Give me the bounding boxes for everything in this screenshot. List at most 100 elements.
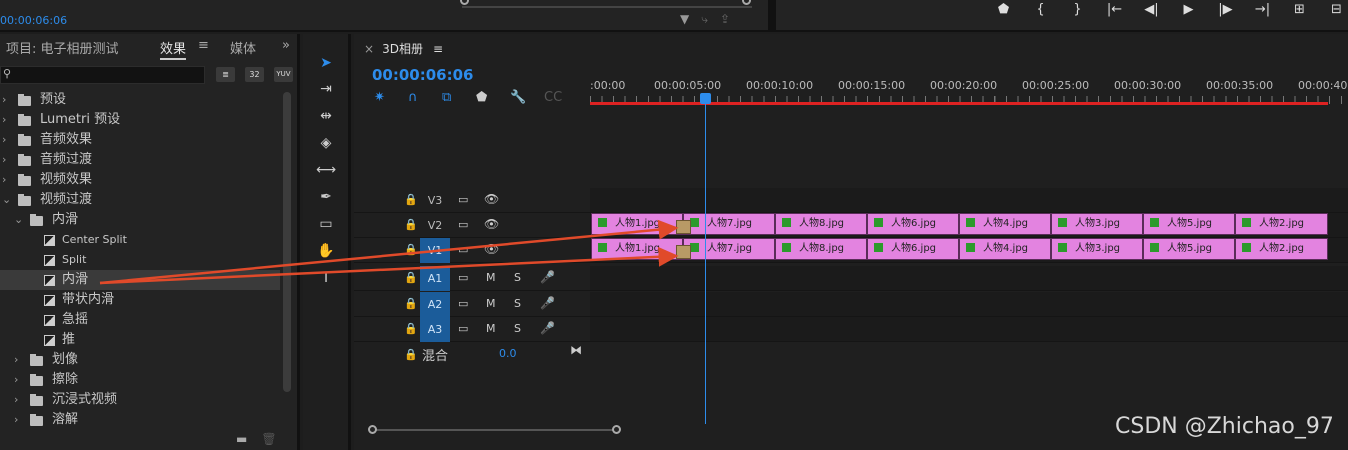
clip[interactable]: 人物7.jpg xyxy=(683,238,775,260)
zoom-knob-left[interactable] xyxy=(368,425,377,434)
delete-icon[interactable]: 🗑 xyxy=(261,432,276,446)
add-marker-icon[interactable]: ⬟ xyxy=(476,90,510,105)
mark-in-icon[interactable]: { xyxy=(1022,2,1059,17)
sync-lock-icon[interactable]: ▭ xyxy=(458,322,468,335)
hand-icon[interactable]: ✋ xyxy=(315,240,337,262)
sync-lock-icon[interactable]: ▭ xyxy=(458,271,468,284)
accelerated-effects-icon[interactable]: ≣ xyxy=(216,67,235,82)
marker-icon[interactable]: ⬟ xyxy=(985,2,1022,17)
track-select-icon[interactable]: ⇥ xyxy=(315,78,337,100)
microphone-icon[interactable]: 🎤 xyxy=(540,270,555,284)
tree-item[interactable]: › Lumetri 预设 xyxy=(0,110,280,130)
clip[interactable]: 人物7.jpg xyxy=(683,213,775,235)
track-target[interactable]: A3 xyxy=(420,317,450,342)
sequence-tab[interactable]: × 3D相册 ≡ xyxy=(364,40,443,57)
clip[interactable]: 人物5.jpg xyxy=(1143,213,1235,235)
clip[interactable]: 人物6.jpg xyxy=(867,238,959,260)
track-target[interactable]: V2 xyxy=(420,213,450,238)
track-target[interactable]: A1 xyxy=(420,266,450,291)
tree-item[interactable]: Split xyxy=(0,250,280,270)
source-timecode[interactable]: 00:00:06:06 xyxy=(0,14,67,27)
solo-button[interactable]: S xyxy=(514,297,521,310)
chevron-right-icon[interactable]: › xyxy=(14,370,18,390)
tree-item[interactable]: 急摇 xyxy=(0,310,280,330)
yuv-effects-button[interactable]: YUV xyxy=(274,67,293,82)
tree-item[interactable]: 内滑 xyxy=(0,270,280,290)
chevron-right-icon[interactable]: › xyxy=(2,110,6,130)
settings-wrench-icon[interactable]: 🔧 xyxy=(510,90,544,105)
tree-item[interactable]: › 音频过渡 xyxy=(0,150,280,170)
panel-menu-icon[interactable]: ≡ xyxy=(198,38,209,53)
tab-effects[interactable]: 效果 xyxy=(160,38,187,60)
chevron-right-icon[interactable]: › xyxy=(2,150,6,170)
panel-menu-icon[interactable]: ≡ xyxy=(433,42,443,56)
extract-icon[interactable]: ⊟ xyxy=(1318,2,1348,17)
chevron-right-icon[interactable]: › xyxy=(2,130,6,150)
clip[interactable]: 人物3.jpg xyxy=(1051,213,1143,235)
clip[interactable]: 人物2.jpg xyxy=(1235,213,1328,235)
clip[interactable]: 人物8.jpg xyxy=(775,213,867,235)
captions-icon[interactable]: CC xyxy=(544,90,578,105)
solo-button[interactable]: S xyxy=(514,271,521,284)
clip[interactable]: 人物5.jpg xyxy=(1143,238,1235,260)
mark-out-icon[interactable]: } xyxy=(1059,2,1096,17)
nest-icon[interactable]: ✷ xyxy=(374,90,408,105)
chevron-right-icon[interactable]: › xyxy=(2,90,6,110)
sync-lock-icon[interactable]: ▭ xyxy=(458,297,468,310)
pen-icon[interactable]: ✒ xyxy=(315,186,337,208)
clip[interactable]: 人物4.jpg xyxy=(959,213,1051,235)
tree-item[interactable]: › 沉浸式视频 xyxy=(0,390,280,410)
clip[interactable]: 人物1.jpg xyxy=(591,213,683,235)
go-to-out-icon[interactable]: →| xyxy=(1244,2,1281,17)
eye-icon[interactable]: 👁 xyxy=(484,242,499,256)
chevron-right-icon[interactable]: › xyxy=(2,170,6,190)
mix-volume-value[interactable]: 0.0 xyxy=(499,347,517,360)
razor-icon[interactable]: ◈ xyxy=(315,132,337,154)
microphone-icon[interactable]: 🎤 xyxy=(540,296,555,310)
rectangle-icon[interactable]: ▭ xyxy=(315,213,337,235)
type-icon[interactable]: T xyxy=(315,267,337,289)
filter-icon[interactable]: ▼ xyxy=(680,12,689,27)
timeline-horizontal-scrollbar[interactable] xyxy=(368,425,621,434)
lock-icon[interactable]: 🔒 xyxy=(404,322,418,335)
export-icon[interactable]: ⇪ xyxy=(720,12,730,27)
tree-item[interactable]: › 预设 xyxy=(0,90,280,110)
lock-icon[interactable]: 🔒 xyxy=(404,243,418,256)
eye-icon[interactable]: 👁 xyxy=(484,217,499,231)
clip[interactable]: 人物4.jpg xyxy=(959,238,1051,260)
play-icon[interactable]: ▶ xyxy=(1170,2,1207,17)
clip[interactable]: 人物6.jpg xyxy=(867,213,959,235)
step-back-icon[interactable]: ◀| xyxy=(1133,2,1170,17)
selection-tool-icon[interactable]: ➤ xyxy=(315,52,337,74)
overflow-icon[interactable]: » xyxy=(282,38,290,53)
mute-button[interactable]: M xyxy=(486,322,496,335)
new-bin-icon[interactable]: ▬ xyxy=(236,432,247,446)
tree-item[interactable]: › 溶解 xyxy=(0,410,280,430)
track-target[interactable]: V3 xyxy=(420,188,450,213)
tree-item[interactable]: › 音频效果 xyxy=(0,130,280,150)
insert-icon[interactable]: ⤷ xyxy=(701,12,708,27)
chevron-right-icon[interactable]: › xyxy=(14,350,18,370)
chevron-right-icon[interactable]: › xyxy=(14,390,18,410)
track-target[interactable]: V1 xyxy=(420,238,450,263)
lock-icon[interactable]: 🔒 xyxy=(404,297,418,310)
search-input[interactable] xyxy=(0,66,205,84)
mix-lock-icon[interactable]: 🔒 xyxy=(404,348,418,361)
tree-item[interactable]: › 划像 xyxy=(0,350,280,370)
tree-item[interactable]: › 视频效果 xyxy=(0,170,280,190)
step-forward-icon[interactable]: |▶ xyxy=(1207,2,1244,17)
transition-marker[interactable] xyxy=(676,245,691,259)
zoom-knob-right[interactable] xyxy=(612,425,621,434)
mute-button[interactable]: M xyxy=(486,297,496,310)
track-lane-a2[interactable] xyxy=(590,292,1348,317)
sync-lock-icon[interactable]: ▭ xyxy=(458,218,468,231)
eye-icon[interactable]: 👁 xyxy=(484,192,499,206)
tree-item[interactable]: Center Split xyxy=(0,230,280,250)
microphone-icon[interactable]: 🎤 xyxy=(540,321,555,335)
mute-button[interactable]: M xyxy=(486,271,496,284)
sync-lock-icon[interactable]: ▭ xyxy=(458,243,468,256)
track-lane-a3[interactable] xyxy=(590,317,1348,342)
tree-item[interactable]: ⌄ 内滑 xyxy=(0,210,280,230)
chevron-down-icon[interactable]: ⌄ xyxy=(14,210,23,230)
track-lane-v3[interactable] xyxy=(590,188,1348,213)
